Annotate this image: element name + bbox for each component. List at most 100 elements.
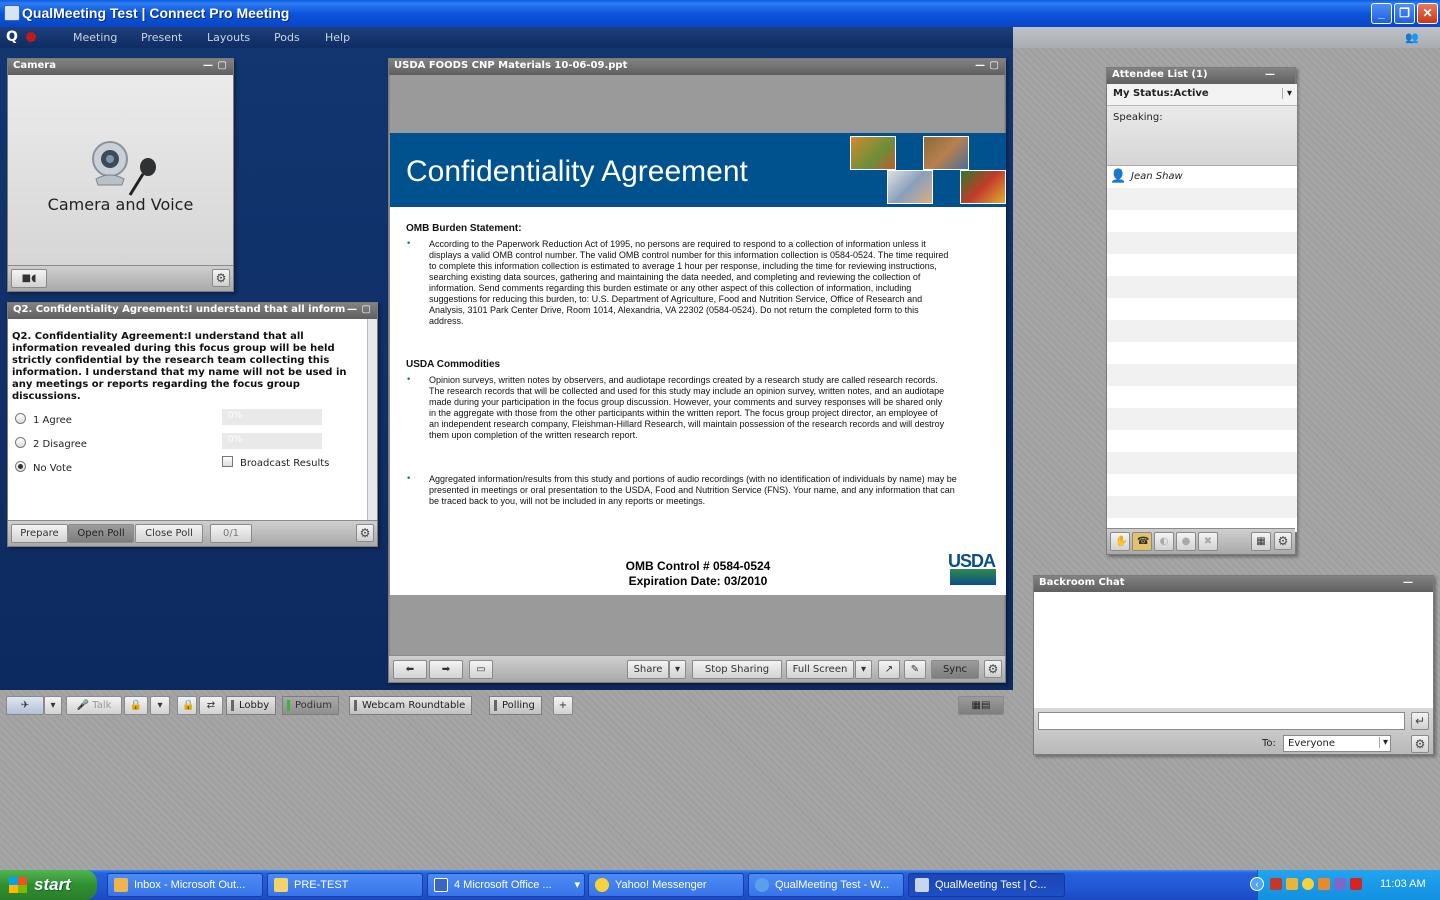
pod-options-gear-icon[interactable]: ⚙ <box>1411 735 1429 753</box>
menu-meeting[interactable]: Meeting <box>73 31 117 44</box>
menu-pods[interactable]: Pods <box>274 31 300 44</box>
clock: 11:03 AM <box>1380 878 1426 890</box>
camera-voice-toggle-button[interactable]: ■◖ <box>11 269 47 288</box>
flag-alert-icon[interactable] <box>1350 878 1362 890</box>
status-chevron-down-icon[interactable]: ▾ <box>1281 88 1292 99</box>
share-screen-icon[interactable]: ✈ <box>6 696 44 715</box>
speaker-icon[interactable]: 🔒 <box>124 696 148 715</box>
task-qualmeeting-connect[interactable]: QualMeeting Test | C... <box>908 873 1065 897</box>
share-button[interactable]: Share <box>627 660 669 679</box>
task-microsoft-office[interactable]: 4 Microsoft Office ... ▾ <box>427 873 585 897</box>
omb-control-number: OMB Control # 0584-0524 <box>625 559 771 573</box>
camera-and-voice-label: Camera and Voice <box>47 195 194 214</box>
minimize-button[interactable]: _ <box>1371 3 1392 24</box>
chat-recipient-select[interactable]: Everyone ▾ <box>1283 735 1391 752</box>
talk-button[interactable]: 🎤 Talk <box>66 696 122 715</box>
layout-sync-icon[interactable]: ⇄ <box>199 696 223 715</box>
share-dropdown-chevron-icon[interactable]: ▾ <box>669 660 686 679</box>
menu-present[interactable]: Present <box>141 31 182 44</box>
task-yahoo-messenger[interactable]: Yahoo! Messenger <box>588 873 744 897</box>
poll-option-disagree-radio[interactable] <box>15 437 26 448</box>
task-label: Inbox - Microsoft Out... <box>134 879 246 891</box>
chevron-down-icon[interactable]: ▾ <box>1378 737 1388 748</box>
pod-options-gear-icon[interactable]: ⚙ <box>984 660 1002 678</box>
stop-sharing-button[interactable]: Stop Sharing <box>692 660 782 679</box>
add-layout-button[interactable]: + <box>553 696 573 715</box>
task-outlook[interactable]: Inbox - Microsoft Out... <box>107 873 263 897</box>
update-icon[interactable] <box>1318 878 1330 890</box>
camera-pod-title: Camera <box>13 60 56 71</box>
remove-user-icon[interactable]: ✖ <box>1198 532 1218 551</box>
pod-minimize-icon[interactable]: — <box>1265 69 1275 80</box>
messenger-icon[interactable] <box>1302 878 1314 890</box>
pod-options-gear-icon[interactable]: ⚙ <box>356 524 374 542</box>
broadcast-results-checkbox[interactable] <box>222 456 233 467</box>
users-icon[interactable]: 👥 <box>1405 31 1419 44</box>
full-screen-dropdown-chevron-icon[interactable]: ▾ <box>855 660 872 679</box>
attendee-list-pod: Attendee List (1) — My Status:Active ▾ S… <box>1106 67 1297 555</box>
draw-tool-icon[interactable]: ✎ <box>904 660 926 679</box>
mail-icon[interactable] <box>1286 878 1298 890</box>
task-qualmeeting-browser[interactable]: QualMeeting Test - W... <box>748 873 904 897</box>
full-screen-button[interactable]: Full Screen <box>786 660 854 679</box>
speaker-menu-chevron-icon[interactable]: ▾ <box>150 696 170 715</box>
raise-hand-icon[interactable]: ✋ <box>1110 532 1130 551</box>
poll-option-agree-radio[interactable] <box>15 413 26 424</box>
thumbnails-icon[interactable]: ▭ <box>469 660 493 679</box>
show-hidden-icons-chevron[interactable]: ‹ <box>1250 877 1264 891</box>
grid-view-icon[interactable]: ▦ <box>1251 532 1271 551</box>
poll-scrollbar[interactable] <box>367 319 377 520</box>
pod-maximize-icon[interactable]: ▢ <box>990 60 999 71</box>
share-pod-title: USDA FOODS CNP Materials 10-06-09.ppt <box>394 60 628 71</box>
send-message-icon[interactable]: ↵ <box>1411 712 1429 730</box>
volume-icon[interactable] <box>1334 878 1346 890</box>
network-icon[interactable] <box>1270 878 1282 890</box>
task-pre-test-folder[interactable]: PRE-TEST <box>267 873 423 897</box>
open-poll-button[interactable]: Open Poll <box>68 524 134 543</box>
menu-layouts[interactable]: Layouts <box>207 31 250 44</box>
sync-button[interactable]: Sync <box>931 660 979 679</box>
chat-to-label: To: <box>1262 738 1276 749</box>
layout-tab-podium[interactable]: Podium <box>282 696 339 715</box>
layout-tab-polling[interactable]: Polling <box>489 696 542 715</box>
telephone-icon[interactable]: ☎ <box>1132 532 1152 551</box>
pod-maximize-icon[interactable]: ▢ <box>362 304 371 315</box>
close-button[interactable]: ✕ <box>1417 3 1438 24</box>
poll-option-novote-radio[interactable] <box>15 461 26 472</box>
pod-options-gear-icon[interactable]: ⚙ <box>1274 532 1292 550</box>
close-poll-button[interactable]: Close Poll <box>135 524 203 543</box>
my-status-dropdown[interactable]: My Status:Active ▾ <box>1107 84 1297 106</box>
previous-slide-button[interactable]: ⬅ <box>393 660 427 679</box>
maximize-button[interactable]: ❐ <box>1394 3 1415 24</box>
usda-logo-icon <box>950 569 996 585</box>
menu-help[interactable]: Help <box>325 31 350 44</box>
pod-minimize-icon[interactable]: — <box>347 304 357 315</box>
backroom-chat-pod: Backroom Chat — ↵ To: Everyone ▾ ⚙ <box>1033 575 1434 755</box>
status-icon[interactable]: ● <box>1176 532 1196 551</box>
prepare-button[interactable]: Prepare <box>11 524 68 543</box>
start-label: start <box>34 875 71 894</box>
my-status-label: My Status:Active <box>1113 88 1209 99</box>
layout-manager-icon[interactable]: ▦▤ <box>958 696 1004 715</box>
pointer-tool-icon[interactable]: ↗ <box>878 660 900 679</box>
layout-tab-webcam-roundtable[interactable]: Webcam Roundtable <box>349 696 473 715</box>
audio-icon[interactable]: ◐ <box>1154 532 1174 551</box>
share-menu-chevron-icon[interactable]: ▾ <box>44 696 62 715</box>
slide-bullet: • <box>406 474 412 484</box>
pod-minimize-icon[interactable]: — <box>975 60 985 71</box>
pod-maximize-icon[interactable]: ▢ <box>218 60 227 71</box>
task-label: 4 Microsoft Office ... <box>454 879 552 891</box>
start-button[interactable]: start <box>0 870 97 900</box>
presentation-slide: Confidentiality Agreement OMB Burden Sta… <box>390 133 1006 595</box>
list-item[interactable]: 👤 Jean Shaw <box>1107 170 1297 192</box>
pod-minimize-icon[interactable]: — <box>1403 577 1413 588</box>
chat-message-input[interactable] <box>1038 712 1405 730</box>
pod-options-gear-icon[interactable]: ⚙ <box>212 269 230 287</box>
pod-minimize-icon[interactable]: — <box>203 60 213 71</box>
lock-icon[interactable]: 🔒 <box>177 696 197 715</box>
folder-icon <box>274 878 288 892</box>
next-slide-button[interactable]: ➡ <box>429 660 463 679</box>
outlook-icon <box>114 878 128 892</box>
yahoo-smiley-icon <box>595 878 609 892</box>
layout-tab-lobby[interactable]: Lobby <box>226 696 277 715</box>
